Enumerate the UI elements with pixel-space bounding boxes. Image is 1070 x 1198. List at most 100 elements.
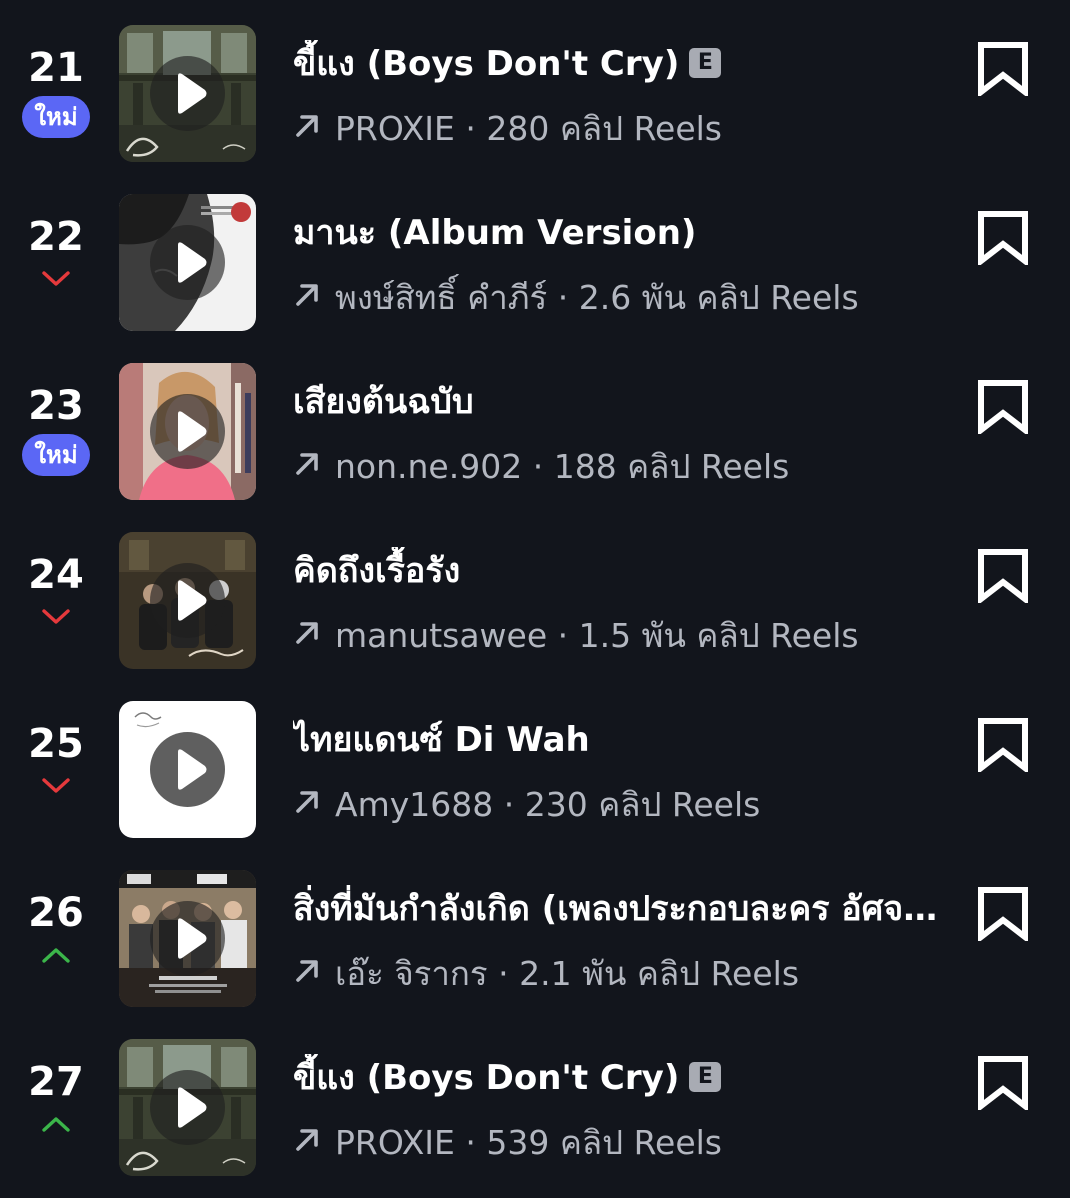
track-row[interactable]: 22 มานะ (Album Version) พงษ์สิทธิ์ คำภีร์ … — [0, 169, 1070, 338]
track-title: สิ่งที่มันกำลังเกิด (เพลงประกอบละคร อัศจ… — [293, 889, 943, 929]
bookmark-icon — [977, 380, 1029, 438]
track-meta: Amy1688 · 230 คลิป Reels — [293, 780, 760, 830]
trending-arrow-icon — [293, 104, 321, 137]
bookmark-icon — [977, 1056, 1029, 1114]
bookmark-icon — [977, 211, 1029, 269]
play-button[interactable] — [150, 225, 225, 300]
bookmark-icon — [977, 42, 1029, 100]
rank-number: 27 — [28, 1059, 84, 1105]
rank-column: 22 — [0, 169, 112, 338]
save-button[interactable] — [977, 718, 1029, 775]
trend-down-icon — [40, 269, 72, 289]
meta-separator: · — [547, 616, 579, 655]
track-row[interactable]: 26 สิ่งที่มันกำลังเกิด (เพลงประกอบละคร อั… — [0, 845, 1070, 1014]
track-meta: PROXIE · 539 คลิป Reels — [293, 1118, 722, 1168]
track-row[interactable]: 27 ขี้แง (Boys Don't Cry) E PROXIE · 539 คล… — [0, 1014, 1070, 1183]
save-button[interactable] — [977, 549, 1029, 606]
trend-down-icon — [40, 776, 72, 796]
track-row[interactable]: 21 ใหม่ ขี้แง (Boys Don't Cry) E PROXIE · 28… — [0, 0, 1070, 169]
new-badge: ใหม่ — [22, 434, 90, 476]
track-title-line[interactable]: สิ่งที่มันกำลังเกิด (เพลงประกอบละคร อัศจ… — [293, 885, 943, 933]
trending-arrow-icon — [293, 273, 321, 306]
trending-arrow-icon — [293, 949, 321, 982]
bookmark-icon — [977, 718, 1029, 776]
artist-name[interactable]: PROXIE — [335, 109, 455, 148]
track-title: คิดถึงเรื้อรัง — [293, 551, 461, 591]
rank-number: 24 — [28, 552, 84, 598]
reels-count: 2.1 พัน คลิป Reels — [519, 954, 800, 993]
album-cover[interactable] — [119, 194, 256, 331]
reels-count: 2.6 พัน คลิป Reels — [578, 278, 859, 317]
bookmark-icon — [977, 887, 1029, 945]
album-cover[interactable] — [119, 870, 256, 1007]
meta-separator: · — [493, 785, 525, 824]
trending-arrow-icon — [293, 780, 321, 813]
rank-column: 25 — [0, 676, 112, 845]
artist-name[interactable]: manutsawee — [335, 616, 547, 655]
rank-number: 21 — [28, 45, 84, 91]
save-button[interactable] — [977, 887, 1029, 944]
new-badge: ใหม่ — [22, 96, 90, 138]
reels-count: 280 คลิป Reels — [486, 109, 722, 148]
reels-count: 539 คลิป Reels — [486, 1123, 722, 1162]
track-title-line[interactable]: ขี้แง (Boys Don't Cry) E — [293, 1054, 943, 1102]
explicit-badge: E — [689, 1062, 722, 1092]
play-button[interactable] — [150, 732, 225, 807]
play-button[interactable] — [150, 394, 225, 469]
save-button[interactable] — [977, 211, 1029, 268]
music-chart-list: 21 ใหม่ขี้แง (Boys Don't Cry) E PROXIE · 28… — [0, 0, 1070, 1198]
rank-column: 21 ใหม่ — [0, 0, 112, 169]
reels-count: 1.5 พัน คลิป Reels — [578, 616, 859, 655]
track-row[interactable]: 24 คิดถึงเรื้อรัง manutsawee · 1.5 พัน คลิ… — [0, 507, 1070, 676]
artist-name[interactable]: PROXIE — [335, 1123, 455, 1162]
play-button[interactable] — [150, 56, 225, 131]
rank-column: 26 — [0, 845, 112, 1014]
track-meta: พงษ์สิทธิ์ คำภีร์ · 2.6 พัน คลิป Reels — [293, 273, 859, 323]
artist-name[interactable]: Amy1688 — [335, 785, 493, 824]
meta-separator: · — [487, 954, 520, 993]
rank-column: 24 — [0, 507, 112, 676]
meta-separator: · — [522, 447, 554, 486]
rank-number: 25 — [28, 721, 84, 767]
album-cover[interactable] — [119, 1039, 256, 1176]
track-meta: non.ne.902 · 188 คลิป Reels — [293, 442, 789, 492]
track-row[interactable]: 23 ใหม่ เสียงต้นฉบับ non.ne.902 · 188 คลิป … — [0, 338, 1070, 507]
track-title-line[interactable]: มานะ (Album Version) — [293, 209, 943, 257]
album-cover[interactable] — [119, 25, 256, 162]
track-meta: manutsawee · 1.5 พัน คลิป Reels — [293, 611, 859, 661]
save-button[interactable] — [977, 380, 1029, 437]
track-row[interactable]: 25 ไทยแดนซ์ Di Wah Amy1688 · 230 คลิป Reel… — [0, 676, 1070, 845]
meta-separator: · — [454, 1123, 487, 1162]
track-title-line[interactable]: เสียงต้นฉบับ — [293, 378, 943, 426]
artist-name[interactable]: เอ๊ะ จิรากร — [335, 954, 488, 993]
album-cover[interactable] — [119, 532, 256, 669]
reels-count: 188 คลิป Reels — [553, 447, 790, 486]
trend-down-icon — [40, 607, 72, 627]
artist-name[interactable]: non.ne.902 — [335, 447, 522, 486]
track-title-line[interactable]: ขี้แง (Boys Don't Cry) E — [293, 40, 943, 88]
save-button[interactable] — [977, 1056, 1029, 1113]
track-title-line[interactable]: ไทยแดนซ์ Di Wah — [293, 716, 943, 764]
trending-arrow-icon — [293, 1118, 321, 1151]
trending-arrow-icon — [293, 442, 321, 475]
play-button[interactable] — [150, 901, 225, 976]
bookmark-icon — [977, 549, 1029, 607]
explicit-badge: E — [689, 48, 722, 78]
play-button[interactable] — [150, 563, 225, 638]
rank-number: 22 — [28, 214, 84, 260]
play-button[interactable] — [150, 1070, 225, 1145]
save-button[interactable] — [977, 42, 1029, 99]
album-cover[interactable] — [119, 363, 256, 500]
track-title-line[interactable]: คิดถึงเรื้อรัง — [293, 547, 943, 595]
rank-column: 23 ใหม่ — [0, 338, 112, 507]
trend-up-icon — [40, 945, 72, 965]
track-title: ไทยแดนซ์ Di Wah — [293, 720, 590, 760]
reels-count: 230 คลิป Reels — [524, 785, 761, 824]
album-cover[interactable] — [119, 701, 256, 838]
track-title: เสียงต้นฉบับ — [293, 382, 474, 422]
rank-number: 23 — [28, 383, 84, 429]
artist-name[interactable]: พงษ์สิทธิ์ คำภีร์ — [335, 278, 547, 317]
track-title: ขี้แง (Boys Don't Cry) — [293, 1058, 680, 1098]
meta-separator: · — [454, 109, 487, 148]
track-meta: เอ๊ะ จิรากร · 2.1 พัน คลิป Reels — [293, 949, 799, 999]
